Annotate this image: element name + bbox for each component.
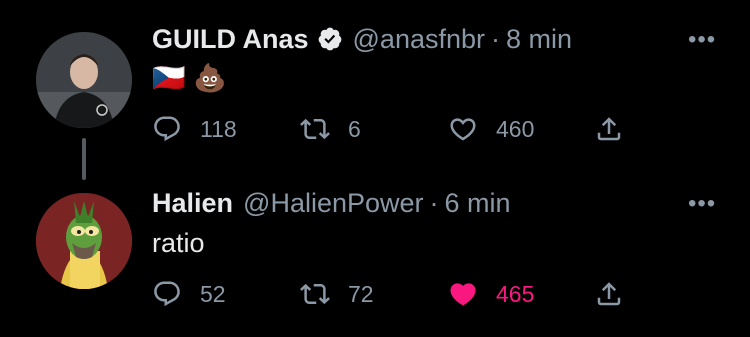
reply-icon: [154, 116, 180, 142]
reply-button[interactable]: 118: [152, 111, 237, 147]
heart-filled-icon: [450, 283, 476, 306]
display-name[interactable]: Halien: [152, 188, 233, 219]
more-options-icon[interactable]: •••: [688, 190, 716, 218]
thread-line: [82, 138, 86, 180]
timestamp[interactable]: 6 min: [445, 188, 511, 219]
share-button[interactable]: [594, 111, 624, 147]
like-count: 460: [496, 115, 535, 142]
retweet-count: 72: [348, 280, 374, 307]
separator-dot: ·: [491, 23, 500, 54]
retweet-count: 6: [348, 115, 361, 142]
reply-count: 118: [200, 115, 237, 142]
reply-count: 52: [200, 280, 226, 307]
like-button[interactable]: 465: [448, 276, 534, 312]
avatar-image: [36, 32, 132, 128]
reply-icon: [154, 281, 180, 307]
retweet-button[interactable]: 6: [300, 111, 361, 147]
avatar-guild-anas[interactable]: [36, 32, 132, 128]
tweet-text: 🇨🇿 💩: [152, 63, 227, 93]
timestamp[interactable]: 8 min: [506, 24, 572, 55]
share-button[interactable]: [594, 276, 624, 312]
action-bar: 52 72 465: [152, 276, 642, 312]
retweet-icon: [300, 118, 330, 140]
share-icon: [597, 282, 621, 306]
verified-badge-icon: [318, 27, 341, 51]
handle[interactable]: @anasfnbr: [353, 24, 485, 55]
avatar-image: [36, 193, 132, 289]
retweet-icon: [300, 283, 330, 305]
tweet-text: ratio: [152, 228, 205, 258]
retweet-button[interactable]: 72: [300, 276, 374, 312]
display-name[interactable]: GUILD Anas: [152, 24, 309, 55]
more-options-icon[interactable]: •••: [688, 26, 716, 54]
share-icon: [597, 117, 621, 141]
tweet-header: Halien @HalienPower · 6 min: [152, 183, 511, 223]
like-button[interactable]: 460: [448, 111, 534, 147]
tweet-header: GUILD Anas @anasfnbr · 8 min: [152, 19, 572, 59]
reply-button[interactable]: 52: [152, 276, 226, 312]
avatar-halien[interactable]: [36, 193, 132, 289]
action-bar: 118 6 460: [152, 111, 642, 147]
handle[interactable]: @HalienPower: [243, 188, 423, 219]
like-count: 465: [496, 280, 535, 307]
separator-dot: ·: [429, 187, 439, 218]
heart-icon: [450, 118, 476, 141]
